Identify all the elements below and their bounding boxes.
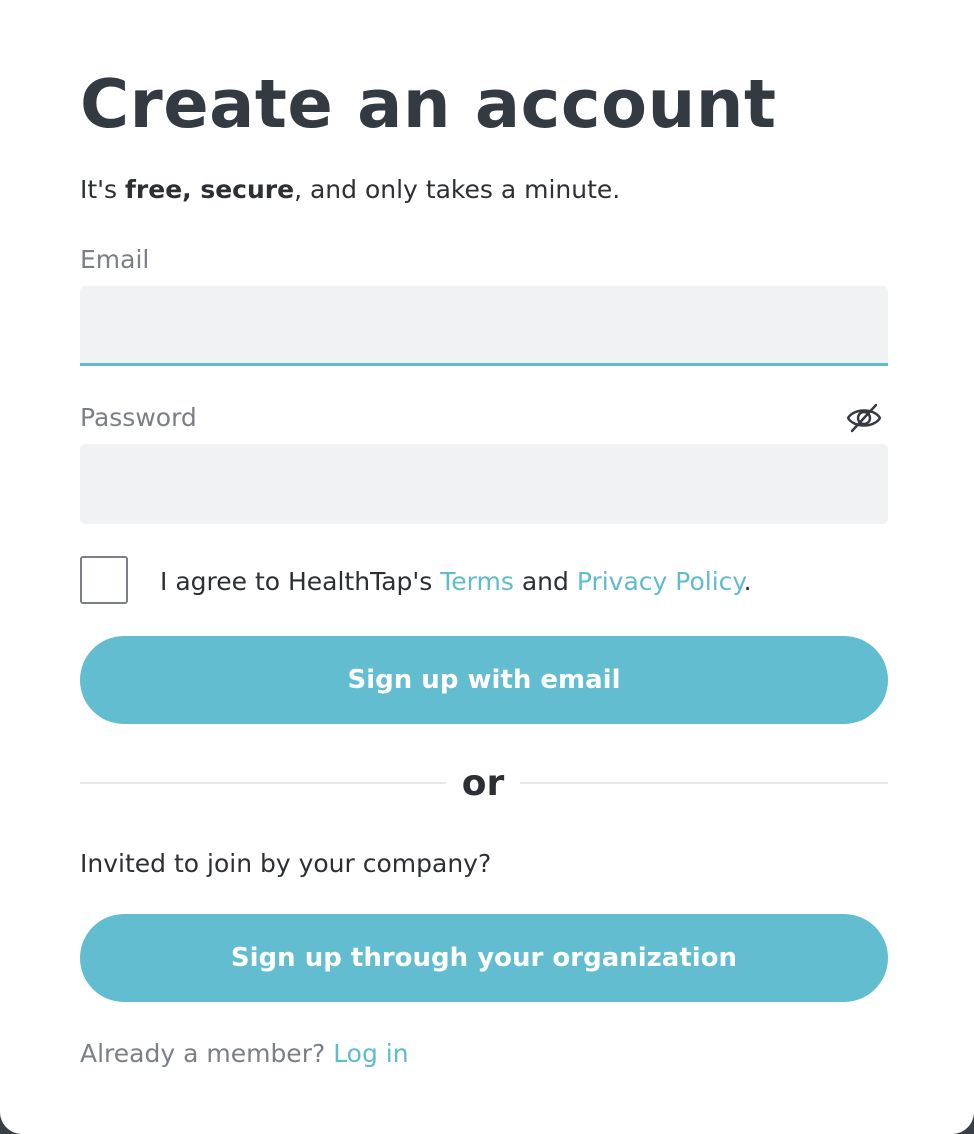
- divider-line-right: [520, 782, 888, 784]
- email-field[interactable]: [80, 286, 888, 366]
- member-prompt-text: Already a member?: [80, 1039, 334, 1068]
- divider-line-left: [80, 782, 446, 784]
- subtitle-prefix: It's: [80, 175, 126, 204]
- subtitle-suffix: , and only takes a minute.: [294, 175, 621, 204]
- sign-up-organization-button[interactable]: Sign up through your organization: [80, 914, 888, 1002]
- divider-or: or: [461, 763, 505, 804]
- terms-link[interactable]: Terms: [440, 567, 514, 596]
- eye-slash-icon[interactable]: [844, 400, 884, 436]
- password-label: Password: [80, 403, 197, 432]
- page-title: Create an account: [80, 65, 777, 143]
- agree-and: and: [513, 567, 577, 596]
- organization-prompt: Invited to join by your company?: [80, 849, 492, 878]
- page-subtitle: It's free, secure, and only takes a minu…: [80, 172, 620, 208]
- agree-checkbox[interactable]: [80, 556, 128, 604]
- subtitle-emphasis: free, secure: [125, 175, 295, 204]
- agree-prefix: I agree to HealthTap's: [160, 567, 441, 596]
- login-prompt: Already a member? Log in: [80, 1036, 409, 1072]
- privacy-policy-link[interactable]: Privacy Policy: [577, 567, 744, 596]
- login-link[interactable]: Log in: [333, 1039, 408, 1068]
- password-field[interactable]: [80, 444, 888, 524]
- email-label: Email: [80, 245, 150, 274]
- signup-card: Create an account It's free, secure, and…: [0, 0, 974, 1134]
- agree-label: I agree to HealthTap's Terms and Privacy…: [160, 564, 752, 600]
- agree-suffix: .: [743, 567, 752, 596]
- sign-up-email-button[interactable]: Sign up with email: [80, 636, 888, 724]
